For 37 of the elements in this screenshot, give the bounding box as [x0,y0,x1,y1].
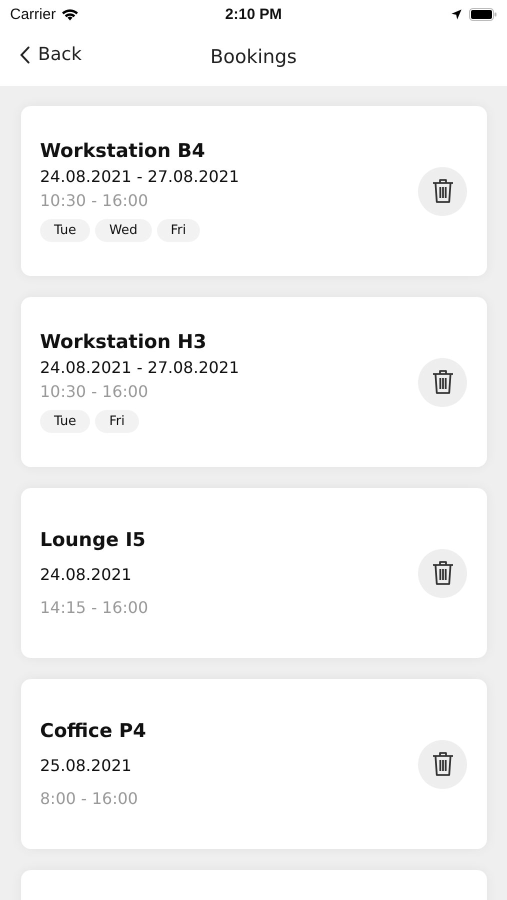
battery-icon [469,8,497,20]
chevron-left-icon [20,46,30,64]
booking-dates: 24.08.2021 - 27.08.2021 [40,167,240,186]
day-chip: Tue [40,219,90,242]
booking-title: Workstation B4 [40,140,206,162]
location-arrow-icon [451,8,462,20]
booking-card[interactable]: Coffice P4 25.08.2021 8:00 - 16:00 [21,679,487,849]
trash-icon [432,560,454,586]
delete-button[interactable] [418,358,467,406]
booking-title: Coffice P4 [40,720,146,742]
carrier-label: Carrier [10,6,56,22]
delete-button[interactable] [418,166,467,216]
booking-card[interactable]: Workstation B4 24.08.2021 - 27.08.2021 10:30 - 16:00 Tue Wed Fri [21,106,487,276]
page-title: Bookings [210,46,297,68]
trash-icon [432,751,454,777]
delete-button[interactable] [418,740,467,788]
trash-icon [432,369,454,395]
booking-time: 10:30 - 16:00 [40,191,150,210]
booking-dates: 24.08.2021 [40,565,133,584]
booking-dates: 24.08.2021 - 27.08.2021 [40,358,240,377]
day-chip: Tue [40,410,90,433]
booking-dates: 25.08.2021 [40,756,133,775]
booking-title: Workstation H3 [40,331,208,353]
day-chip: Fri [95,410,139,433]
back-button[interactable]: Back [18,42,84,67]
trash-icon [432,178,454,204]
wifi-icon [60,8,79,20]
day-chip: Wed [95,219,152,242]
booking-time: 8:00 - 16:00 [40,789,139,808]
booking-time: 14:15 - 16:00 [40,598,148,617]
booking-card[interactable]: Workstation H3 24.08.2021 - 27.08.2021 10:30 - 16:00 Tue Fri [21,297,487,467]
booking-card[interactable]: Lounge I5 24.08.2021 14:15 - 16:00 [21,488,487,658]
booking-time: 10:30 - 16:00 [40,382,150,401]
day-chip: Fri [156,219,200,242]
status-time: 2:10 PM [225,6,282,22]
delete-button[interactable] [418,548,467,598]
booking-title: Lounge I5 [40,529,147,551]
